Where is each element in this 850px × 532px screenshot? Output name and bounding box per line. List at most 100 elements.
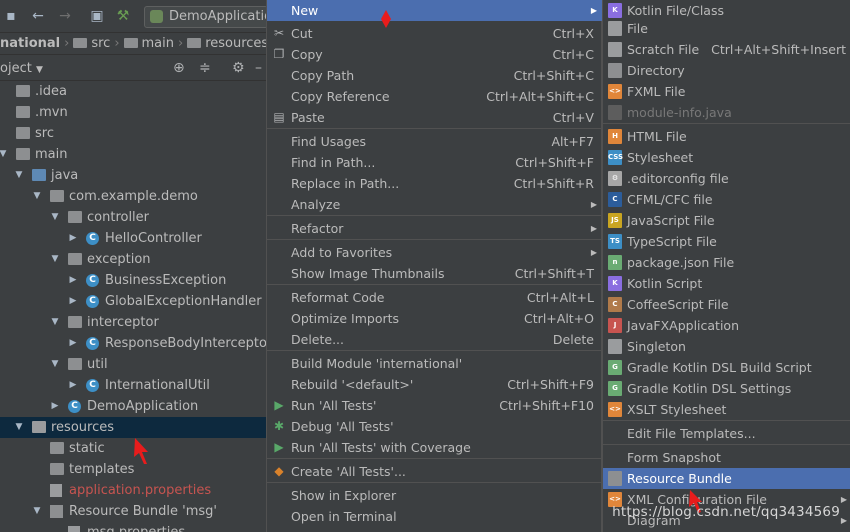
locate-icon[interactable]: ⊕ — [173, 56, 185, 81]
menu-item-label: Run 'All Tests' with Coverage — [291, 440, 471, 455]
expand-arrow-icon[interactable]: ▼ — [50, 207, 60, 228]
tree-item-application-properties[interactable]: application.properties — [0, 480, 266, 501]
new-item-singleton[interactable]: Singleton — [603, 336, 850, 357]
menu-item-cut[interactable]: ✂ Cut Ctrl+X — [267, 23, 602, 44]
menu-item-copy-reference[interactable]: Copy Reference Ctrl+Alt+Shift+C — [267, 86, 602, 107]
collapse-arrow-icon[interactable]: ▶ — [68, 291, 78, 312]
gear-icon[interactable]: ⚙ — [232, 56, 245, 81]
tree-item-java[interactable]: ▼ java — [0, 165, 266, 186]
menu-item-show-in-explorer[interactable]: Show in Explorer — [267, 485, 602, 506]
tree-item-main[interactable]: ▼ main — [0, 144, 266, 165]
menu-item-run-all-tests-with-coverage[interactable]: ▶ Run 'All Tests' with Coverage — [267, 437, 602, 458]
new-item-kotlin-script[interactable]: K Kotlin Script — [603, 273, 850, 294]
menu-item-replace-in-path[interactable]: Replace in Path... Ctrl+Shift+R — [267, 173, 602, 194]
collapse-arrow-icon[interactable]: ▶ — [68, 333, 78, 354]
menu-item-debug-all-tests[interactable]: ✱ Debug 'All Tests' — [267, 416, 602, 437]
expand-arrow-icon[interactable]: ▼ — [14, 165, 24, 186]
expand-arrow-icon[interactable]: ▼ — [32, 186, 42, 207]
menu-item-reformat-code[interactable]: Reformat Code Ctrl+Alt+L — [267, 287, 602, 308]
collapse-arrow-icon[interactable]: ▶ — [68, 270, 78, 291]
menu-item-open-in-terminal[interactable]: Open in Terminal — [267, 506, 602, 527]
new-item-gradle-kotlin-dsl-settings[interactable]: G Gradle Kotlin DSL Settings — [603, 378, 850, 399]
expand-arrow-icon[interactable]: ▼ — [0, 144, 8, 165]
new-item-scratch-file[interactable]: Scratch File Ctrl+Alt+Shift+Insert — [603, 39, 850, 60]
breadcrumb-item[interactable]: national — [0, 33, 60, 54]
tree-item-responsebodyinterceptor[interactable]: ▶ C ResponseBodyInterceptor — [0, 333, 266, 354]
build-hammer-icon[interactable]: ⚒ — [114, 6, 132, 26]
collapse-arrow-icon[interactable]: ▶ — [68, 228, 78, 249]
menu-item-paste[interactable]: ▤ Paste Ctrl+V — [267, 107, 602, 128]
expand-arrow-icon[interactable]: ▼ — [50, 354, 60, 375]
menu-item-optimize-imports[interactable]: Optimize Imports Ctrl+Alt+O — [267, 308, 602, 329]
collapse-arrow-icon[interactable]: ▶ — [50, 396, 60, 417]
tree-item-com-example-demo[interactable]: ▼ com.example.demo — [0, 186, 266, 207]
breadcrumb-item[interactable]: resources — [205, 33, 266, 54]
menu-item-rebuild-default[interactable]: Rebuild '<default>' Ctrl+Shift+F9 — [267, 374, 602, 395]
tree-item-exception[interactable]: ▼ exception — [0, 249, 266, 270]
tree-item-src[interactable]: src — [0, 123, 266, 144]
menu-item-show-image-thumbnails[interactable]: Show Image Thumbnails Ctrl+Shift+T — [267, 263, 602, 284]
new-item-typescript-file[interactable]: TS TypeScript File — [603, 231, 850, 252]
build-window-icon[interactable]: ▣ — [88, 6, 106, 26]
new-item-form-snapshot[interactable]: Form Snapshot — [603, 447, 850, 468]
new-item-javafxapplication[interactable]: J JavaFXApplication — [603, 315, 850, 336]
new-item-edit-file-templates[interactable]: Edit File Templates... — [603, 423, 850, 444]
expand-arrow-icon[interactable]: ▼ — [50, 312, 60, 333]
menu-item-refactor[interactable]: Refactor ▶ — [267, 218, 602, 239]
tree-item-demoapplication[interactable]: ▶ C DemoApplication — [0, 396, 266, 417]
new-item-package-json-file[interactable]: n package.json File — [603, 252, 850, 273]
new-item-editorconfig-file[interactable]: ⚙ .editorconfig file — [603, 168, 850, 189]
coverage-icon: ▶ — [274, 440, 284, 454]
breadcrumb-item[interactable]: src — [91, 33, 110, 54]
new-item-coffeescript-file[interactable]: C CoffeeScript File — [603, 294, 850, 315]
hide-icon[interactable]: – — [255, 56, 262, 81]
menu-item-analyze[interactable]: Analyze ▶ — [267, 194, 602, 215]
tree-item-resource-bundle-msg[interactable]: ▼ Resource Bundle 'msg' — [0, 501, 266, 522]
collapse-all-icon[interactable]: ≑ — [199, 56, 211, 81]
tree-item-util[interactable]: ▼ util — [0, 354, 266, 375]
menu-item-find-usages[interactable]: Find Usages Alt+F7 — [267, 131, 602, 152]
new-item-resource-bundle[interactable]: Resource Bundle — [603, 468, 850, 489]
menu-item-add-to-favorites[interactable]: Add to Favorites ▶ — [267, 242, 602, 263]
breadcrumb-item[interactable]: main — [142, 33, 174, 54]
tree-item-globalexceptionhandler[interactable]: ▶ C GlobalExceptionHandler — [0, 291, 266, 312]
tree-item-hellocontroller[interactable]: ▶ C HelloController — [0, 228, 266, 249]
tree-item-label: .mvn — [35, 105, 68, 120]
tree-item-internationalutil[interactable]: ▶ C InternationalUtil — [0, 375, 266, 396]
folder-icon[interactable]: ▪ — [4, 6, 18, 26]
project-view-dropdown[interactable]: oject ▼ — [0, 56, 43, 83]
expand-arrow-icon[interactable]: ▼ — [32, 501, 42, 522]
expand-arrow-icon[interactable]: ▼ — [50, 249, 60, 270]
tree-item-interceptor[interactable]: ▼ interceptor — [0, 312, 266, 333]
run-configuration-dropdown[interactable]: DemoApplication — [144, 6, 268, 28]
gradle-settings-icon: G — [608, 381, 622, 396]
new-item-cfml-cfc-file[interactable]: C CFML/CFC file — [603, 189, 850, 210]
menu-item-run-all-tests[interactable]: ▶ Run 'All Tests' Ctrl+Shift+F10 — [267, 395, 602, 416]
new-item-html-file[interactable]: H HTML File — [603, 126, 850, 147]
menu-item-create-all-tests[interactable]: ◆ Create 'All Tests'... — [267, 461, 602, 482]
collapse-arrow-icon[interactable]: ▶ — [68, 375, 78, 396]
tree-item-msg-properties[interactable]: msg.properties — [0, 522, 266, 532]
new-item-file[interactable]: File — [603, 18, 850, 39]
menu-item-find-in-path[interactable]: Find in Path... Ctrl+Shift+F — [267, 152, 602, 173]
new-item-directory[interactable]: Directory — [603, 60, 850, 81]
tree-item-idea[interactable]: .idea — [0, 81, 266, 102]
new-item-xslt-stylesheet[interactable]: <> XSLT Stylesheet — [603, 399, 850, 420]
menu-item-delete[interactable]: Delete... Delete — [267, 329, 602, 350]
new-item-module-info-java[interactable]: module-info.java — [603, 102, 850, 123]
new-item-fxml-file[interactable]: <> FXML File — [603, 81, 850, 102]
new-item-gradle-kotlin-dsl-build-script[interactable]: G Gradle Kotlin DSL Build Script — [603, 357, 850, 378]
tree-item-resources[interactable]: ▼ resources — [0, 417, 266, 438]
menu-item-build-module-international[interactable]: Build Module 'international' — [267, 353, 602, 374]
tree-item-businessexception[interactable]: ▶ C BusinessException — [0, 270, 266, 291]
new-item-stylesheet[interactable]: CSS Stylesheet — [603, 147, 850, 168]
new-item-javascript-file[interactable]: JS JavaScript File — [603, 210, 850, 231]
tree-item-controller[interactable]: ▼ controller — [0, 207, 266, 228]
expand-arrow-icon[interactable]: ▼ — [14, 417, 24, 438]
menu-item-copy-path[interactable]: Copy Path Ctrl+Shift+C — [267, 65, 602, 86]
back-arrow-icon[interactable]: ← — [29, 6, 47, 26]
forward-arrow-icon[interactable]: → — [56, 6, 74, 26]
menu-item-copy[interactable]: ❐ Copy Ctrl+C — [267, 44, 602, 65]
menu-item-new[interactable]: New ▶ — [267, 0, 602, 21]
tree-item-mvn[interactable]: .mvn — [0, 102, 266, 123]
